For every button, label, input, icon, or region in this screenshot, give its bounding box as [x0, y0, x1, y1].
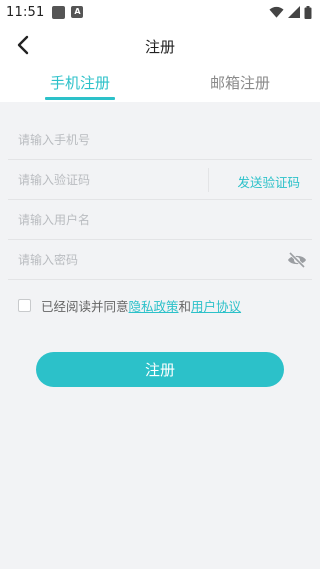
battery-icon — [304, 5, 312, 19]
agreement-prefix: 已经阅读并同意 — [41, 299, 129, 314]
phone-input[interactable] — [18, 120, 208, 160]
status-bar: 11:51 A — [0, 0, 320, 24]
wifi-icon — [269, 6, 284, 18]
code-divider — [208, 168, 209, 192]
password-input[interactable] — [18, 240, 208, 280]
status-time: 11:51 — [6, 4, 45, 20]
notification-square-icon — [52, 5, 66, 19]
register-tabs: 手机注册 邮箱注册 — [0, 66, 320, 102]
signal-icon — [288, 6, 300, 18]
agreement-checkbox[interactable] — [18, 299, 31, 312]
password-row — [8, 240, 312, 280]
code-row: 发送验证码 — [8, 160, 312, 200]
status-icons — [269, 5, 312, 19]
username-row — [8, 200, 312, 240]
toggle-password-visibility[interactable] — [286, 249, 308, 271]
app-header: 注册 — [0, 24, 320, 66]
agreement-and: 和 — [178, 299, 192, 314]
register-button-label: 注册 — [144, 361, 175, 379]
active-tab-indicator — [45, 97, 115, 100]
send-code-button[interactable]: 发送验证码 — [237, 172, 300, 191]
phone-row — [8, 120, 312, 160]
register-button[interactable]: 注册 — [36, 352, 284, 387]
tab-email-register[interactable]: 邮箱注册 — [200, 72, 280, 93]
agreement-row: 已经阅读并同意 隐私政策 和 用户协议 — [18, 296, 241, 315]
privacy-policy-link[interactable]: 隐私政策 — [129, 296, 179, 315]
username-input[interactable] — [18, 200, 208, 240]
verification-code-input[interactable] — [18, 160, 208, 200]
register-form: 发送验证码 — [0, 102, 320, 280]
user-agreement-link[interactable]: 用户协议 — [191, 296, 241, 315]
tab-phone-register[interactable]: 手机注册 — [40, 72, 120, 93]
notification-a-icon: A — [71, 6, 84, 18]
page-title: 注册 — [144, 38, 175, 56]
eye-off-icon — [288, 251, 306, 269]
